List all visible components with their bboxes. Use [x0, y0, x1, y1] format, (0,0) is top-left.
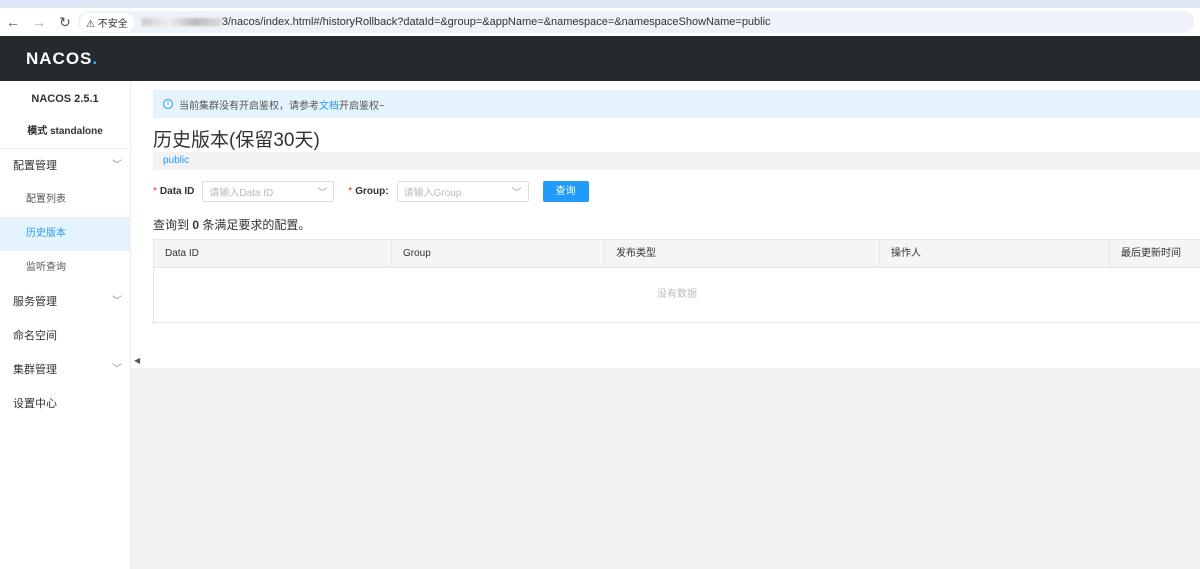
dataid-label: Data ID: [159, 186, 195, 197]
history-table: Data ID Group 发布类型 操作人 最后更新时间 没有数据: [153, 239, 1200, 323]
blurred-host: [141, 18, 222, 26]
chevron-down-icon: ﹀: [511, 188, 522, 199]
sidebar-item-config-list[interactable]: 配置列表: [0, 183, 130, 217]
dataid-placeholder: 请输入Data ID: [209, 188, 274, 199]
table-header: Data ID Group 发布类型 操作人 最后更新时间: [154, 240, 1200, 268]
browser-toolbar: ← → ↻ ⚠ 不安全 3/nacos/index.html#/historyR…: [0, 8, 1200, 36]
result-suffix: 条满足要求的配置。: [199, 218, 311, 232]
chevron-down-icon: ﹀: [112, 364, 122, 375]
sidebar: NACOS 2.5.1 模式 standalone 配置管理 ﹀ 配置列表 历史版…: [0, 81, 131, 569]
group-input[interactable]: 请输入Group ﹀: [396, 181, 529, 202]
column-last-updated: 最后更新时间: [1121, 248, 1181, 259]
sidebar-item-label: 命名空间: [13, 330, 57, 342]
address-bar[interactable]: ⚠ 不安全 3/nacos/index.html#/historyRollbac…: [78, 11, 1194, 33]
sidebar-item-label: 配置管理: [13, 160, 57, 172]
chevron-down-icon: ﹀: [112, 296, 122, 307]
version: NACOS 2.5.1: [31, 93, 99, 105]
sidebar-item-label: 服务管理: [13, 296, 57, 308]
required-mark: *: [348, 186, 353, 197]
security-text: 不安全: [97, 18, 128, 30]
main-content: i 当前集群没有开启鉴权，请参考 文档 开启鉴权~ 历史版本(保留30天) publ…: [131, 81, 1200, 358]
sidebar-item-listener-query[interactable]: 监听查询: [0, 251, 130, 285]
nacos-logo[interactable]: NACOS.: [26, 49, 98, 69]
sidebar-item-label: 集群管理: [13, 364, 57, 376]
page-title: 历史版本(保留30天): [153, 130, 320, 151]
group-label: Group:: [355, 186, 389, 197]
column-data-id: Data ID: [154, 240, 392, 268]
search-form: * Data ID 请输入Data ID ﹀ * Group: 请输入Group ﹀…: [153, 181, 589, 202]
search-button[interactable]: 查询: [542, 181, 589, 202]
url-text: 3/nacos/index.html#/historyRollback?data…: [221, 16, 771, 28]
mode: 模式 standalone: [0, 115, 130, 149]
result-prefix: 查询到: [153, 218, 193, 232]
required-mark: *: [153, 186, 157, 197]
docs-link[interactable]: 文档: [319, 97, 339, 112]
column-operator: 操作人: [880, 240, 1110, 268]
sidebar-item-label: 历史版本: [26, 228, 66, 239]
logo-text: NACOS: [26, 49, 93, 68]
sidebar-item-namespace[interactable]: 命名空间: [0, 319, 130, 353]
namespace-public[interactable]: public: [163, 155, 189, 166]
sidebar-item-label: 配置列表: [26, 194, 66, 205]
sidebar-item-settings[interactable]: 设置中心: [0, 387, 130, 421]
sidebar-item-config-management[interactable]: 配置管理 ﹀: [0, 149, 130, 183]
back-icon[interactable]: ←: [0, 14, 26, 30]
footer-area: [131, 368, 1200, 569]
app-header: NACOS.: [0, 36, 1200, 81]
sidebar-item-history[interactable]: 历史版本: [0, 217, 130, 251]
alert-text-end: 开启鉴权~: [339, 100, 385, 112]
empty-state: 没有数据: [657, 289, 697, 300]
dataid-input[interactable]: 请输入Data ID ﹀: [202, 181, 335, 202]
column-publish-type: 发布类型: [605, 240, 880, 268]
forward-icon[interactable]: →: [26, 14, 52, 30]
result-count: 查询到 0 条满足要求的配置。: [153, 216, 310, 233]
auth-alert: i 当前集群没有开启鉴权，请参考 文档 开启鉴权~: [153, 90, 1200, 118]
sidebar-item-label: 设置中心: [13, 398, 57, 410]
sidebar-item-cluster-management[interactable]: 集群管理 ﹀: [0, 353, 130, 387]
sidebar-item-service-management[interactable]: 服务管理 ﹀: [0, 285, 130, 319]
namespace-bar: public: [153, 152, 1200, 170]
collapse-sidebar-icon[interactable]: ◀: [134, 356, 140, 365]
security-badge[interactable]: ⚠ 不安全: [80, 12, 134, 32]
info-icon: i: [163, 99, 173, 109]
browser-tab-strip: [0, 0, 1200, 8]
reload-icon[interactable]: ↻: [52, 14, 78, 31]
group-placeholder: 请输入Group: [403, 188, 462, 199]
column-group: Group: [392, 240, 605, 268]
chevron-down-icon: ﹀: [112, 160, 122, 171]
alert-text: 当前集群没有开启鉴权，请参考: [179, 100, 319, 112]
logo-dot: .: [92, 49, 99, 68]
sidebar-item-label: 监听查询: [26, 262, 66, 273]
chevron-down-icon: ﹀: [317, 188, 328, 199]
